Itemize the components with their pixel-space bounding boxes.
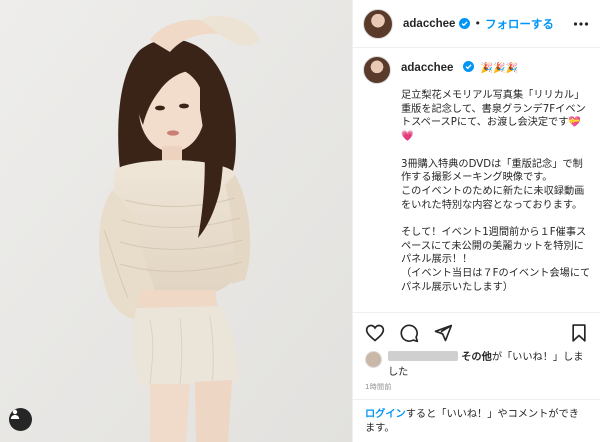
blurred-liker-name: [388, 351, 458, 361]
action-bar: [353, 312, 600, 352]
caption-username[interactable]: adacchee: [401, 62, 453, 74]
more-options-icon[interactable]: [573, 17, 589, 31]
post-side-panel: adacchee • フォローする adacchee 🎉🎉🎉 足立梨花メモリアル…: [352, 0, 600, 442]
instagram-post: adacchee • フォローする adacchee 🎉🎉🎉 足立梨花メモリアル…: [0, 0, 600, 442]
likes-text: その他が「いいね！」しました: [388, 350, 588, 380]
post-caption: adacchee 🎉🎉🎉 足立梨花メモリアル写真集「リリカル」重版を記念して、書…: [363, 56, 593, 295]
verified-badge-icon: [459, 18, 471, 29]
comment-icon[interactable]: [399, 323, 419, 343]
follow-button[interactable]: フォローする: [485, 16, 554, 32]
photo-illustration: [0, 0, 352, 442]
share-icon[interactable]: [433, 323, 453, 343]
post-timestamp[interactable]: 1時間前: [365, 382, 392, 392]
post-header: adacchee • フォローする: [353, 0, 600, 48]
likes-others-link[interactable]: その他: [461, 352, 492, 363]
caption-sparkles: 🎉🎉🎉: [480, 63, 518, 74]
login-prompt: ログインすると「いいね！」やコメントができます。: [353, 399, 600, 442]
caption-body: adacchee 🎉🎉🎉 足立梨花メモリアル写真集「リリカル」重版を記念して、書…: [401, 56, 591, 295]
post-photo[interactable]: [0, 0, 352, 442]
bookmark-icon[interactable]: [569, 323, 589, 343]
header-separator: •: [474, 17, 481, 30]
user-tag-button[interactable]: [9, 408, 32, 431]
caption-avatar[interactable]: [363, 56, 391, 84]
verified-badge-icon: [462, 61, 474, 72]
liker-avatar[interactable]: [365, 351, 382, 368]
user-tag-icon: [10, 409, 20, 419]
heart-icon[interactable]: [365, 323, 385, 343]
likes-summary: その他が「いいね！」しました: [365, 350, 595, 380]
caption-text: 足立梨花メモリアル写真集「リリカル」重版を記念して、書泉グランデ7Fイベントスペ…: [401, 90, 591, 293]
header-username[interactable]: adacchee: [403, 18, 455, 30]
avatar[interactable]: [363, 8, 393, 39]
login-link[interactable]: ログイン: [365, 409, 406, 420]
